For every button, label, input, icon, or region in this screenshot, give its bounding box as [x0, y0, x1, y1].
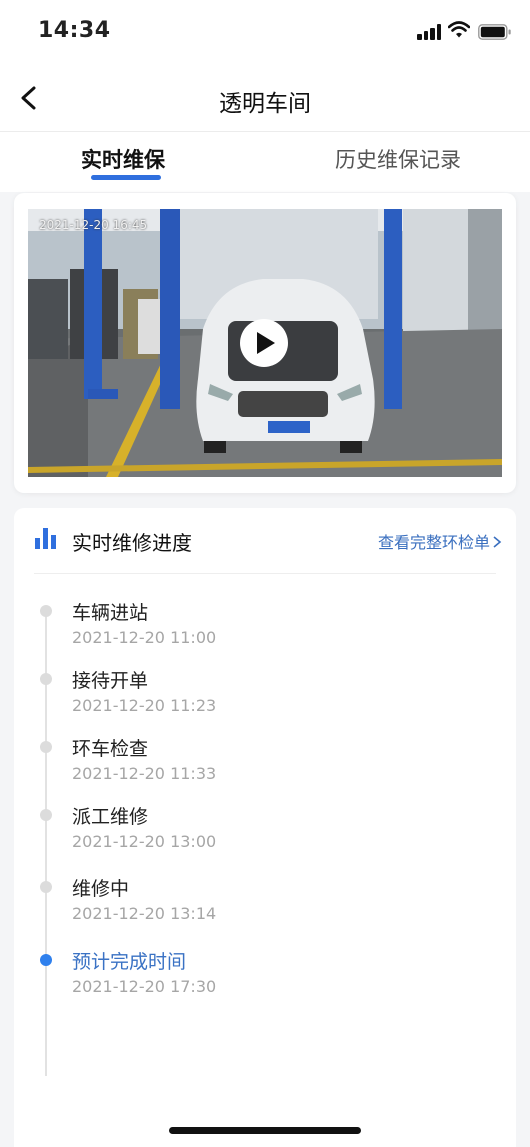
bar-chart-icon: [35, 528, 56, 549]
step-dot: [40, 741, 52, 753]
step-name: 环车检查: [72, 738, 149, 760]
timeline-step: 维修中 2021-12-20 13:14: [14, 874, 516, 930]
view-full-inspection-link[interactable]: 查看完整环检单: [378, 529, 502, 553]
step-time: 2021-12-20 13:00: [72, 832, 217, 851]
step-time: 2021-12-20 11:33: [72, 764, 217, 783]
play-button[interactable]: [240, 319, 288, 367]
step-time: 2021-12-20 17:30: [72, 977, 217, 996]
timeline-step: 派工维修 2021-12-20 13:00: [14, 802, 516, 858]
link-label: 查看完整环检单: [377, 533, 490, 552]
repair-progress-card: 实时维修进度 查看完整环检单 车辆进站 2021-12-20 11:00 接待开…: [14, 508, 516, 1147]
step-dot: [40, 809, 52, 821]
step-name: 接待开单: [72, 670, 149, 692]
step-name: 维修中: [72, 878, 130, 900]
step-dot: [40, 673, 52, 685]
step-time: 2021-12-20 11:23: [72, 696, 217, 715]
active-tab-indicator: [91, 175, 161, 180]
step-name: 车辆进站: [72, 602, 149, 624]
step-name: 派工维修: [72, 806, 149, 828]
step-dot: [40, 605, 52, 617]
timeline-step: 接待开单 2021-12-20 11:23: [14, 666, 516, 722]
step-name: 预计完成时间: [72, 951, 187, 973]
navigation-bar: 透明车间: [0, 64, 530, 132]
step-time: 2021-12-20 13:14: [72, 904, 217, 923]
step-dot-active: [40, 954, 52, 966]
page-title: 透明车间: [219, 91, 311, 117]
live-video-card: 2021-12-20 16:45: [14, 193, 516, 493]
wifi-icon: [447, 20, 471, 40]
timeline-step: 环车检查 2021-12-20 11:33: [14, 734, 516, 790]
status-time: 14:34: [38, 18, 111, 43]
step-dot: [40, 881, 52, 893]
section-title: 实时维修进度: [72, 531, 192, 555]
tab-bar: 实时维保 历史维保记录: [0, 132, 530, 192]
status-bar: 14:34: [0, 0, 530, 64]
battery-icon: [478, 24, 512, 40]
step-time: 2021-12-20 11:00: [72, 628, 217, 647]
video-timestamp: 2021-12-20 16:45: [39, 218, 148, 232]
tab-realtime-maintenance[interactable]: 实时维保: [81, 144, 165, 174]
signal-icon: [417, 24, 443, 40]
chevron-right-icon: [493, 536, 502, 548]
timeline-step-current: 预计完成时间 2021-12-20 17:30: [14, 947, 516, 1003]
tab-maintenance-history[interactable]: 历史维保记录: [335, 144, 461, 174]
home-indicator: [169, 1127, 361, 1134]
divider: [34, 573, 496, 574]
workshop-video[interactable]: 2021-12-20 16:45: [28, 209, 502, 477]
play-icon: [257, 332, 275, 354]
timeline-step: 车辆进站 2021-12-20 11:00: [14, 598, 516, 654]
